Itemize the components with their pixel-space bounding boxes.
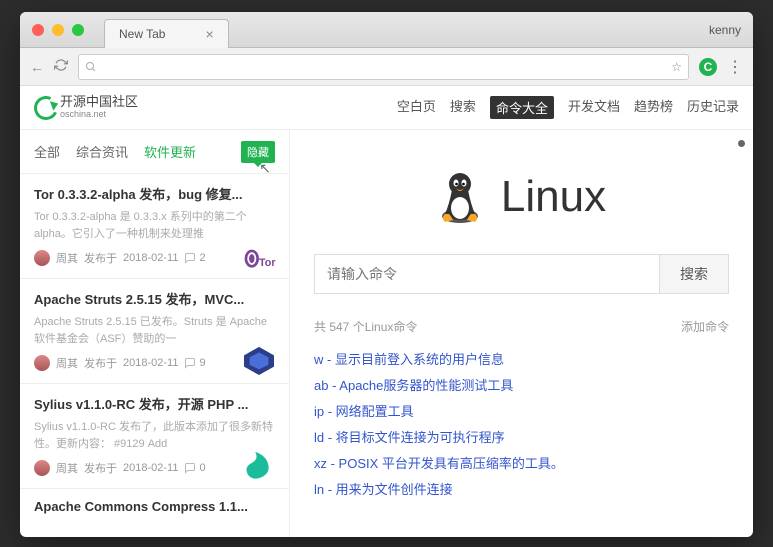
command-link[interactable]: ip - 网络配置工具	[314, 399, 729, 425]
bookmark-icon[interactable]: ☆	[671, 60, 682, 74]
search-button[interactable]: 搜索	[659, 254, 729, 294]
pub-label: 发布于	[84, 460, 117, 476]
site-logo[interactable]: 开源中国社区 oschina.net	[34, 95, 138, 119]
struts-icon	[241, 345, 277, 375]
nav-blank[interactable]: 空白页	[397, 96, 436, 119]
main-panel: Linux 搜索 共 547 个Linux命令 添加命令 w - 显示目前登入系…	[290, 130, 753, 537]
command-link[interactable]: w - 显示目前登入系统的用户信息	[314, 347, 729, 373]
sylius-icon	[241, 450, 277, 480]
tab-title: New Tab	[119, 27, 165, 41]
back-icon[interactable]: ←	[30, 59, 44, 75]
reload-icon[interactable]	[54, 58, 68, 75]
hide-button[interactable]: 隐藏	[241, 141, 275, 163]
article-item[interactable]: Sylius v1.1.0-RC 发布，开源 PHP ... Sylius v1…	[20, 383, 289, 488]
article-meta: 周其 发布于 2018-02-11 2	[34, 250, 275, 266]
sidebar-tabs: 全部 综合资讯 软件更新 隐藏 ↖	[20, 130, 289, 173]
extension-icon[interactable]: C	[699, 58, 717, 76]
nav-commands[interactable]: 命令大全	[490, 96, 554, 119]
browser-menu-icon[interactable]: ⋮	[727, 57, 743, 77]
logo-subtext: oschina.net	[60, 110, 138, 120]
sidebar: 全部 综合资讯 软件更新 隐藏 ↖ Tor 0.3.3.2-alpha 发布，b…	[20, 130, 290, 537]
command-link[interactable]: ld - 将目标文件连接为可执行程序	[314, 425, 729, 451]
logo-icon	[31, 92, 62, 123]
author: 周其	[56, 355, 78, 371]
pub-label: 发布于	[84, 355, 117, 371]
nav-docs[interactable]: 开发文档	[568, 96, 620, 119]
nav-trends[interactable]: 趋势榜	[634, 96, 673, 119]
command-search: 搜索	[314, 254, 729, 294]
pub-label: 发布于	[84, 250, 117, 266]
avatar	[34, 460, 50, 476]
titlebar: New Tab × kenny	[20, 12, 753, 48]
article-title: Apache Struts 2.5.15 发布，MVC...	[34, 289, 275, 308]
linux-icon	[437, 170, 483, 224]
subtab-all[interactable]: 全部	[34, 142, 60, 161]
tor-icon: Tor	[241, 240, 277, 270]
command-link[interactable]: xz - POSIX 平台开发具有高压缩率的工具。	[314, 451, 729, 477]
article-desc: Sylius v1.1.0-RC 发布了，此版本添加了很多新特性。更新内容： #…	[34, 419, 275, 452]
hero: Linux	[314, 170, 729, 224]
comment-count: 9	[184, 357, 205, 369]
article-title: Tor 0.3.3.2-alpha 发布，bug 修复...	[34, 184, 275, 203]
nav-search[interactable]: 搜索	[450, 96, 476, 119]
add-command-link[interactable]: 添加命令	[681, 318, 729, 335]
article-item[interactable]: Apache Struts 2.5.15 发布，MVC... Apache St…	[20, 278, 289, 383]
minimize-window-icon[interactable]	[52, 24, 64, 36]
nav-history[interactable]: 历史记录	[687, 96, 739, 119]
close-window-icon[interactable]	[32, 24, 44, 36]
pub-date: 2018-02-11	[123, 357, 178, 369]
comment-count: 2	[184, 252, 205, 264]
content-area: 全部 综合资讯 软件更新 隐藏 ↖ Tor 0.3.3.2-alpha 发布，b…	[20, 130, 753, 537]
pub-date: 2018-02-11	[123, 462, 178, 474]
command-input[interactable]	[314, 254, 659, 294]
avatar	[34, 355, 50, 371]
command-link[interactable]: ab - Apache服务器的性能测试工具	[314, 373, 729, 399]
close-tab-icon[interactable]: ×	[205, 26, 213, 42]
site-nav: 空白页 搜索 命令大全 开发文档 趋势榜 历史记录	[397, 96, 739, 119]
site-header: 开源中国社区 oschina.net 空白页 搜索 命令大全 开发文档 趋势榜 …	[20, 86, 753, 130]
article-item[interactable]: Apache Commons Compress 1.1...	[20, 488, 289, 532]
article-title: Apache Commons Compress 1.1...	[34, 499, 275, 514]
comment-count: 0	[184, 462, 205, 474]
subtab-updates[interactable]: 软件更新	[144, 142, 196, 161]
article-desc: Apache Struts 2.5.15 已发布。Struts 是 Apache…	[34, 314, 275, 347]
scrollbar-thumb[interactable]	[738, 140, 745, 147]
command-list: w - 显示目前登入系统的用户信息 ab - Apache服务器的性能测试工具 …	[314, 347, 729, 503]
avatar	[34, 250, 50, 266]
command-link[interactable]: ln - 用来为文件创件连接	[314, 477, 729, 503]
browser-window: New Tab × kenny ← ☆ C ⋮ 开源中国社区 oschina.n…	[20, 12, 753, 537]
author: 周其	[56, 250, 78, 266]
article-meta: 周其 发布于 2018-02-11 9	[34, 355, 275, 371]
maximize-window-icon[interactable]	[72, 24, 84, 36]
subtab-news[interactable]: 综合资讯	[76, 142, 128, 161]
article-title: Sylius v1.1.0-RC 发布，开源 PHP ...	[34, 394, 275, 413]
pub-date: 2018-02-11	[123, 252, 178, 264]
article-item[interactable]: Tor 0.3.3.2-alpha 发布，bug 修复... Tor 0.3.3…	[20, 173, 289, 278]
command-list-header: 共 547 个Linux命令 添加命令	[314, 318, 729, 335]
hero-title: Linux	[501, 172, 606, 222]
window-controls	[32, 24, 84, 36]
profile-name[interactable]: kenny	[709, 23, 741, 37]
article-meta: 周其 发布于 2018-02-11 0	[34, 460, 275, 476]
browser-tab[interactable]: New Tab ×	[104, 19, 229, 48]
command-total: 共 547 个Linux命令	[314, 318, 417, 335]
article-desc: Tor 0.3.3.2-alpha 是 0.3.3.x 系列中的第二个 alph…	[34, 209, 275, 242]
url-input[interactable]: ☆	[78, 54, 689, 80]
address-bar: ← ☆ C ⋮	[20, 48, 753, 86]
logo-text: 开源中国社区	[60, 94, 138, 109]
svg-text:Tor: Tor	[259, 257, 276, 269]
author: 周其	[56, 460, 78, 476]
